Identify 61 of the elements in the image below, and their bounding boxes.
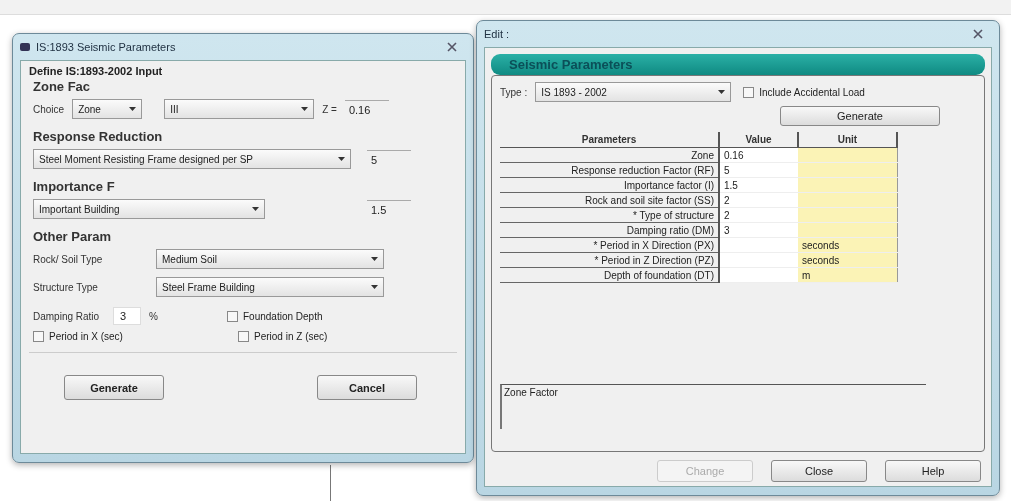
- checkbox[interactable]: [743, 86, 755, 98]
- section-heading: Define IS:1893-2002 Input: [29, 65, 164, 77]
- connector-line: [330, 465, 331, 501]
- checkbox-label: Foundation Depth: [243, 310, 323, 322]
- parameter-cell: Depth of foundation (DT): [500, 267, 719, 283]
- window-title: IS:1893 Seismic Parameters: [36, 41, 177, 53]
- window-title: Edit :: [484, 28, 511, 40]
- parameter-cell: Importance factor (I): [500, 177, 719, 193]
- input-field[interactable]: 3: [113, 307, 141, 325]
- value-field: 5: [367, 149, 411, 169]
- checkbox[interactable]: [33, 331, 44, 342]
- group-title: Importance F: [33, 179, 116, 194]
- field-label: Z =: [322, 103, 337, 115]
- checkbox-label: Include Accidental Load: [759, 86, 865, 98]
- generate-button[interactable]: Generate: [780, 106, 940, 126]
- group-title: Response Reduction: [33, 129, 164, 144]
- group-title: Other Param: [33, 229, 113, 244]
- dropdown[interactable]: Steel Moment Resisting Frame designed per SP: [33, 149, 351, 169]
- dropdown[interactable]: Medium Soil: [156, 249, 384, 269]
- field-label: Type :: [500, 86, 528, 98]
- dropdown-arrow-icon: [371, 257, 378, 261]
- value-field: 0.16: [344, 99, 389, 119]
- column-header: Parameters: [500, 132, 719, 148]
- dropdown-arrow-icon: [718, 90, 726, 94]
- checkbox[interactable]: [227, 310, 238, 322]
- field-label: Structure Type: [33, 281, 99, 293]
- dropdown[interactable]: Important Building: [33, 199, 265, 219]
- checkbox[interactable]: [238, 331, 249, 342]
- parameter-cell: Zone: [500, 147, 719, 163]
- close-icon[interactable]: [446, 42, 458, 52]
- parameter-cell: * Type of structure: [500, 207, 719, 223]
- dropdown[interactable]: III: [164, 99, 315, 119]
- window-icon: [20, 43, 30, 51]
- action-button[interactable]: Generate: [64, 375, 164, 400]
- dropdown-arrow-icon: [338, 157, 345, 161]
- parameter-cell: * Period in X Direction (PX): [500, 237, 719, 253]
- dropdown-arrow-icon: [129, 107, 137, 111]
- section-banner: Seismic Parameters: [491, 54, 985, 75]
- field-label: Damping Ratio: [33, 310, 101, 322]
- parameter-cell: Damping ratio (DM): [500, 222, 719, 238]
- parameter-cell: Response reduction Factor (RF): [500, 162, 719, 178]
- parameter-cell: * Period in Z Direction (PZ): [500, 252, 719, 268]
- unit-label: %: [149, 310, 159, 322]
- field-label: Choice: [33, 103, 65, 115]
- description-box: Zone Factor: [500, 384, 926, 429]
- value-field: 1.5: [367, 199, 411, 219]
- dropdown[interactable]: Steel Frame Building: [156, 277, 384, 297]
- parameter-cell: Rock and soil site factor (SS): [500, 192, 719, 208]
- dialog-button[interactable]: Help: [885, 460, 981, 482]
- close-icon[interactable]: [972, 29, 984, 39]
- checkbox-label: Period in X (sec): [49, 331, 123, 342]
- group-title: Zone Fac: [33, 79, 92, 94]
- field-label: Rock/ Soil Type: [33, 253, 104, 265]
- dropdown[interactable]: Zone: [72, 99, 143, 119]
- dialog-button[interactable]: Close: [771, 460, 867, 482]
- checkbox-label: Period in Z (sec): [254, 331, 328, 342]
- dropdown[interactable]: IS 1893 - 2002: [535, 82, 732, 102]
- dropdown-arrow-icon: [301, 107, 309, 111]
- action-button[interactable]: Cancel: [317, 375, 417, 400]
- dropdown-arrow-icon: [252, 207, 259, 211]
- dropdown-arrow-icon: [371, 285, 378, 289]
